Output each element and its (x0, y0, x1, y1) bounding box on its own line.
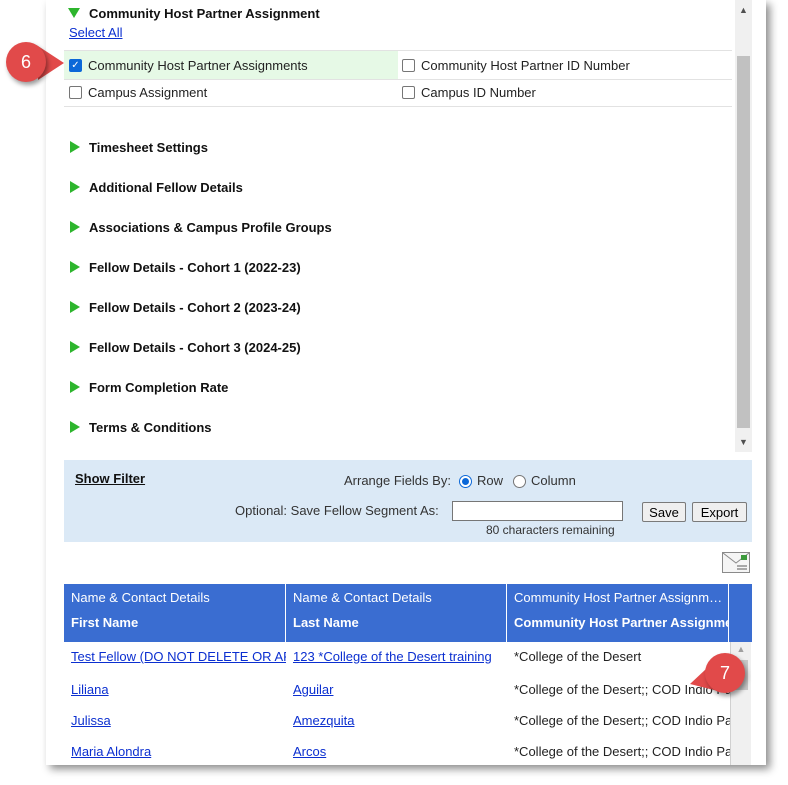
cell-last-name[interactable]: Arcos (286, 736, 507, 765)
section-form-completion-rate[interactable]: Form Completion Rate (89, 380, 228, 395)
table-row: Liliana Aguilar *College of the Desert;;… (64, 674, 730, 706)
checkbox-row-1: ✓ Community Host Partner Assignments Com… (64, 50, 732, 80)
checkbox-checked-icon[interactable]: ✓ (69, 58, 82, 72)
triangle-right-icon[interactable] (70, 221, 80, 233)
show-filter-link[interactable]: Show Filter (75, 471, 145, 486)
report-builder-panel: Community Host Partner Assignment Select… (46, 0, 766, 765)
checkbox-label: Campus Assignment (88, 84, 208, 100)
scroll-up-icon[interactable]: ▲ (735, 2, 752, 18)
cell-first-name[interactable]: Julissa (64, 705, 286, 736)
triangle-right-icon[interactable] (70, 421, 80, 433)
triangle-right-icon[interactable] (70, 141, 80, 153)
checkbox-label: Community Host Partner Assignments (88, 57, 308, 73)
section-cohort-3[interactable]: Fellow Details - Cohort 3 (2024-25) (89, 340, 301, 355)
select-all-link[interactable]: Select All (69, 25, 122, 40)
checkbox-campus-id-number[interactable]: Campus ID Number (402, 78, 732, 106)
section-title-community-host[interactable]: Community Host Partner Assignment (89, 6, 320, 21)
column-header-first-name[interactable]: Name & Contact Details First Name (64, 584, 286, 642)
header-field-label: Last Name (293, 615, 359, 630)
section-terms-conditions[interactable]: Terms & Conditions (89, 420, 212, 435)
checkbox-label: Campus ID Number (421, 84, 536, 100)
triangle-down-icon[interactable] (68, 8, 80, 18)
column-header-last-name[interactable]: Name & Contact Details Last Name (286, 584, 507, 642)
header-field-label: Community Host Partner Assignme (514, 615, 729, 630)
section-cohort-2[interactable]: Fellow Details - Cohort 2 (2023-24) (89, 300, 301, 315)
section-associations[interactable]: Associations & Campus Profile Groups (89, 220, 332, 235)
export-button[interactable]: Export (692, 502, 747, 522)
triangle-right-icon[interactable] (70, 341, 80, 353)
checkbox-campus-assignment[interactable]: Campus Assignment (69, 78, 398, 106)
field-selection-area: Community Host Partner Assignment Select… (46, 0, 736, 452)
checkbox-icon[interactable] (402, 58, 415, 72)
email-icon[interactable] (722, 552, 750, 573)
grid-header: Name & Contact Details First Name Name &… (64, 584, 752, 642)
triangle-right-icon[interactable] (70, 181, 80, 193)
scroll-down-icon[interactable]: ▼ (735, 434, 752, 450)
callout-badge: 7 (705, 653, 745, 693)
section-timesheet-settings[interactable]: Timesheet Settings (89, 140, 208, 155)
checkbox-community-host-partner-id[interactable]: Community Host Partner ID Number (402, 51, 732, 79)
checkbox-icon[interactable] (69, 85, 82, 99)
column-header-assignment[interactable]: Community Host Partner Assignm… Communit… (507, 584, 729, 642)
cell-last-name[interactable]: Aguilar (286, 674, 507, 705)
header-field-label: First Name (71, 615, 139, 630)
table-row: Maria Alondra Arcos *College of the Dese… (64, 736, 730, 765)
radio-row-label: Row (477, 473, 504, 488)
checkbox-row-2: Campus Assignment Campus ID Number (64, 78, 732, 107)
header-group-label: Community Host Partner Assignm… (514, 590, 723, 605)
scrollbar-thumb[interactable] (737, 56, 750, 428)
cell-last-name[interactable]: 123 *College of the Desert training (286, 642, 507, 673)
header-group-label: Name & Contact Details (293, 590, 432, 605)
cell-assignment: *College of the Desert;; COD Indio Pa (514, 744, 730, 759)
section-cohort-1[interactable]: Fellow Details - Cohort 1 (2022-23) (89, 260, 301, 275)
checkbox-icon[interactable] (402, 85, 415, 99)
cell-first-name[interactable]: Maria Alondra (64, 736, 286, 765)
filter-panel: Show Filter Arrange Fields By: Row Colum… (64, 460, 752, 542)
field-list-scrollbar[interactable]: ▲ ▼ (735, 0, 752, 452)
callout-badge: 6 (6, 42, 46, 82)
triangle-right-icon[interactable] (70, 301, 80, 313)
fellow-results-grid: Name & Contact Details First Name Name &… (64, 584, 752, 765)
table-row: Julissa Amezquita *College of the Desert… (64, 705, 730, 737)
table-row: Test Fellow (DO NOT DELETE OR AF 123 *Co… (64, 642, 730, 675)
segment-name-input[interactable] (452, 501, 623, 521)
radio-row[interactable] (459, 475, 472, 488)
arrange-fields-label: Arrange Fields By: (344, 473, 451, 488)
cell-last-name[interactable]: Amezquita (286, 705, 507, 736)
radio-column-label: Column (531, 473, 576, 488)
checkbox-label: Community Host Partner ID Number (421, 57, 630, 73)
checkbox-community-host-partner-assignments[interactable]: ✓ Community Host Partner Assignments (64, 51, 398, 79)
save-button[interactable]: Save (642, 502, 686, 522)
triangle-right-icon[interactable] (70, 261, 80, 273)
cell-assignment: *College of the Desert;; COD Indio Pa (514, 713, 730, 728)
header-group-label: Name & Contact Details (71, 590, 210, 605)
section-additional-fellow-details[interactable]: Additional Fellow Details (89, 180, 243, 195)
cell-first-name[interactable]: Test Fellow (DO NOT DELETE OR AF (64, 642, 286, 673)
radio-column[interactable] (513, 475, 526, 488)
cell-first-name[interactable]: Liliana (64, 674, 286, 705)
save-segment-label: Optional: Save Fellow Segment As: (235, 503, 439, 518)
triangle-right-icon[interactable] (70, 381, 80, 393)
chars-remaining: 80 characters remaining (486, 523, 615, 537)
